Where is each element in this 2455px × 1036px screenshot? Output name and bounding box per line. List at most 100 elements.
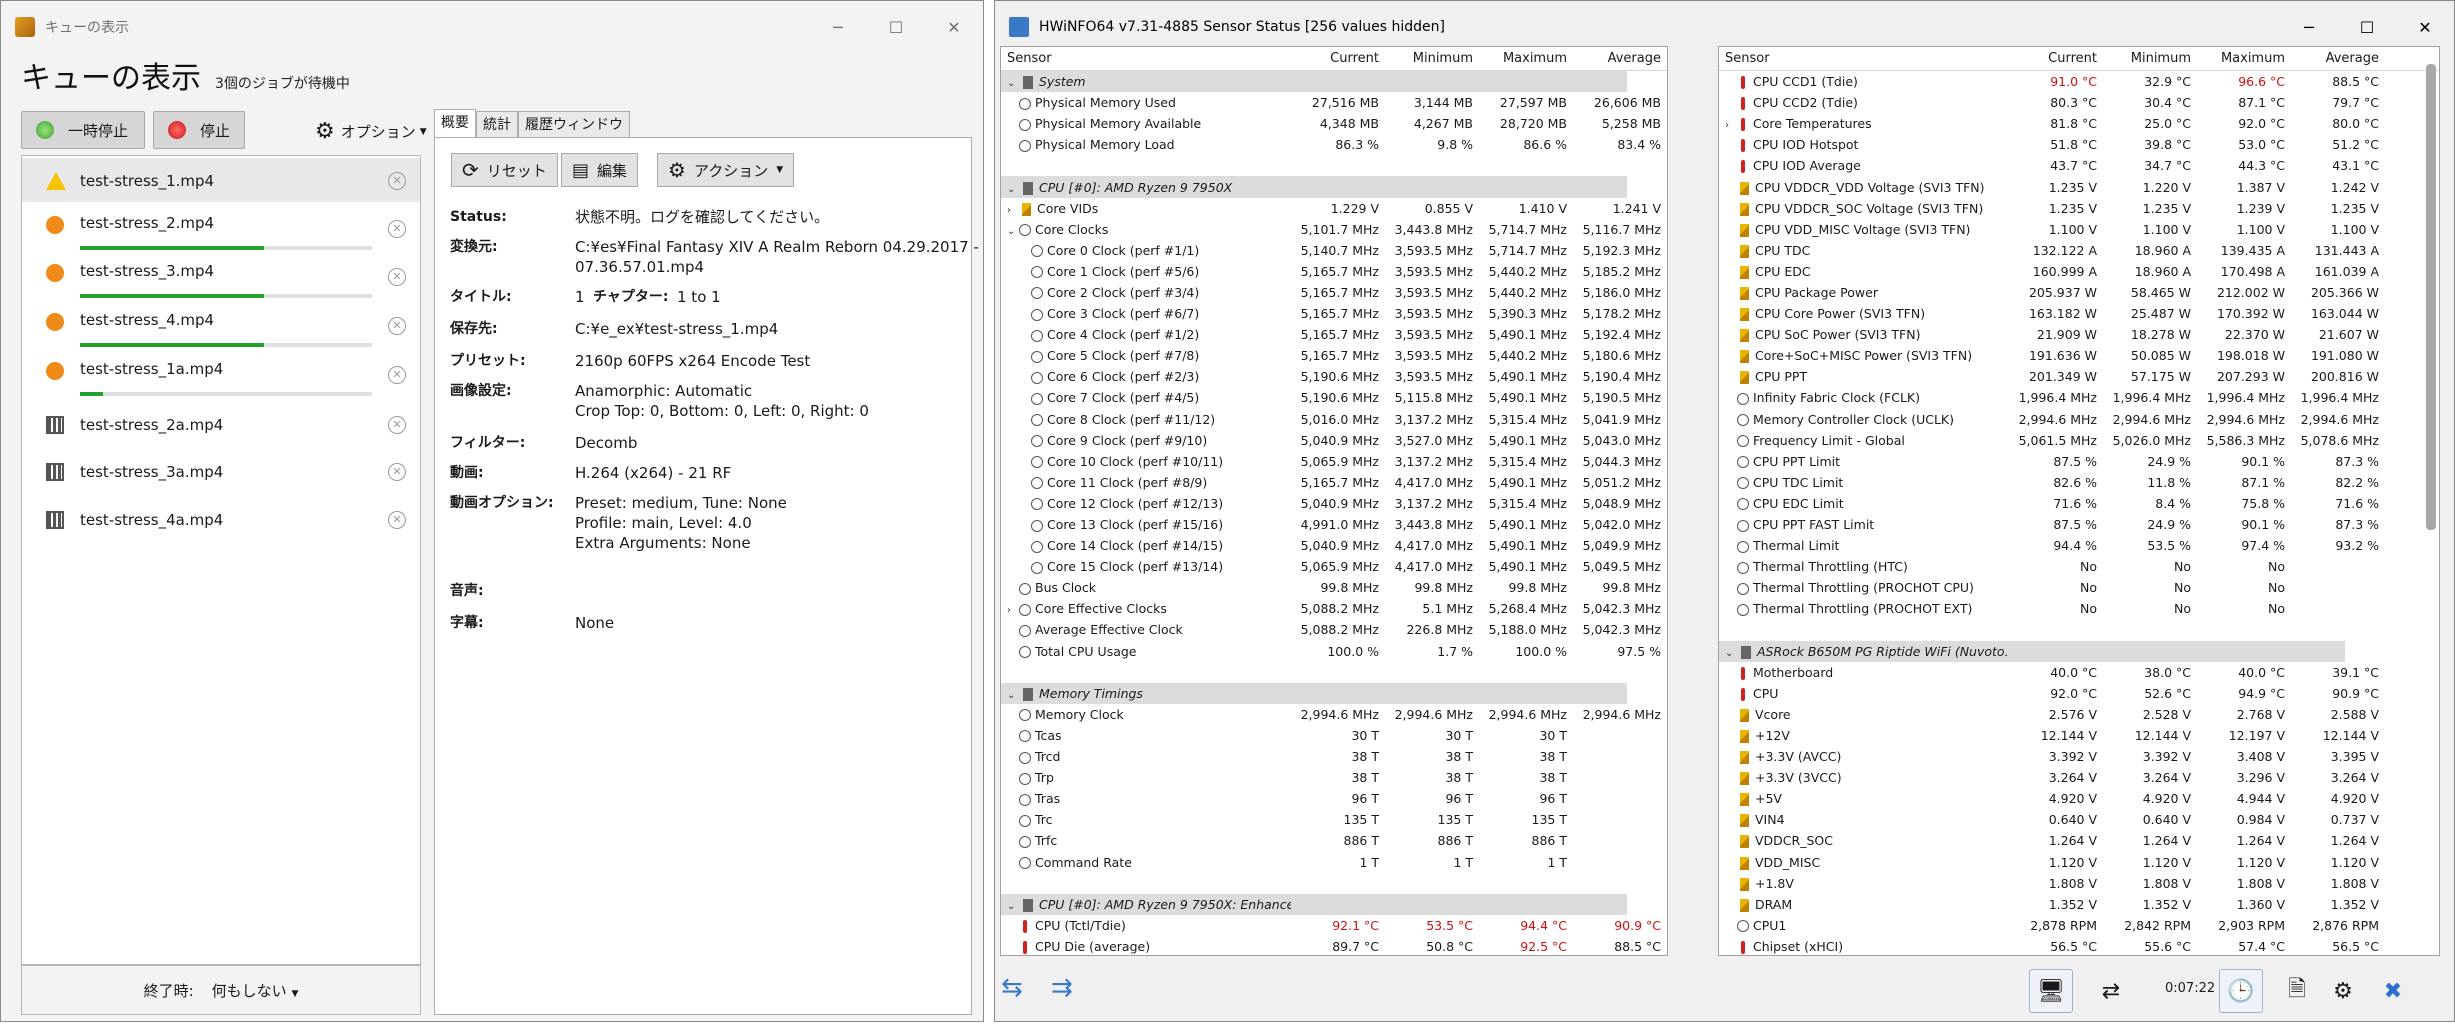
sensor-group[interactable]: ⌄ CPU [#0]: AMD Ryzen 9 7950X: Enhanced bbox=[1001, 893, 1627, 915]
sensor-row[interactable]: Core 0 Clock (perf #1/1) 5,140.7 MHz 3,593… bbox=[1001, 240, 1667, 261]
sensor-group[interactable]: ⌄ ASRock B650M PG Riptide WiFi (Nuvoto... bbox=[1719, 640, 2345, 662]
sensor-row[interactable]: CPU VDDCR_SOC Voltage (SVI3 TFN) 1.235 V 1… bbox=[1719, 198, 2439, 219]
collapse-left-icon[interactable]: ⇆ bbox=[1001, 973, 1023, 1003]
edit-button[interactable]: ▤ 編集 bbox=[561, 153, 639, 187]
collapse-right-icon[interactable]: ⇉ bbox=[1051, 973, 1073, 1003]
sensor-row[interactable]: Core 8 Clock (perf #11/12) 5,016.0 MHz 3,1… bbox=[1001, 409, 1667, 430]
sensors-icon[interactable]: ⇄ bbox=[2089, 969, 2133, 1013]
sensor-row[interactable]: VIN4 0.640 V 0.640 V 0.984 V 0.737 V bbox=[1719, 809, 2439, 830]
column-header[interactable]: Sensor bbox=[1001, 51, 1291, 66]
tab-statistics[interactable]: 統計 bbox=[476, 111, 518, 137]
sensor-row[interactable]: CPU IOD Average 43.7 °C 34.7 °C 44.3 °C 43.1… bbox=[1719, 155, 2439, 176]
sensor-row[interactable]: Physical Memory Load 86.3 % 9.8 % 86.6 % 83.… bbox=[1001, 134, 1667, 155]
collapse-icon[interactable]: ⌄ bbox=[1007, 690, 1019, 701]
scrollbar[interactable] bbox=[2426, 64, 2436, 530]
column-header[interactable]: Minimum bbox=[1385, 51, 1479, 66]
list-item[interactable]: test-stress_2.mp4 ✕ bbox=[22, 206, 420, 254]
sensor-row[interactable]: CPU PPT FAST Limit 87.5 % 24.9 % 90.1 % 87.3… bbox=[1719, 514, 2439, 535]
expand-icon[interactable]: › bbox=[1725, 120, 1737, 131]
column-header[interactable]: Sensor bbox=[1719, 51, 2009, 66]
clock-icon[interactable]: 🕒 bbox=[2219, 969, 2263, 1013]
sensor-row[interactable]: Core+SoC+MISC Power (SVI3 TFN) 191.636 W 5… bbox=[1719, 345, 2439, 366]
sensor-row[interactable]: +5V 4.920 V 4.920 V 4.944 V 4.920 V bbox=[1719, 788, 2439, 809]
remove-icon[interactable]: ✕ bbox=[388, 511, 406, 529]
reset-button[interactable]: ⟳ リセット bbox=[451, 153, 558, 187]
sensor-row[interactable]: CPU Die (average) 89.7 °C 50.8 °C 92.5 °C 88… bbox=[1001, 936, 1667, 955]
sensor-row[interactable]: CPU VDD_MISC Voltage (SVI3 TFN) 1.100 V 1.… bbox=[1719, 219, 2439, 240]
column-header[interactable]: Minimum bbox=[2103, 51, 2197, 66]
pause-button[interactable]: 一時停止 bbox=[21, 111, 145, 149]
column-header[interactable]: Average bbox=[2291, 51, 2385, 66]
tab-summary[interactable]: 概要 bbox=[434, 109, 476, 137]
sensor-row[interactable]: VDD_MISC 1.120 V 1.120 V 1.120 V 1.120 V bbox=[1719, 851, 2439, 872]
sensor-row[interactable]: Core 15 Clock (perf #13/14) 5,065.9 MHz 4,… bbox=[1001, 556, 1667, 577]
when-done-select[interactable]: 何もしない ▼ bbox=[212, 980, 299, 1001]
sensor-row[interactable]: CPU CCD1 (Tdie) 91.0 °C 32.9 °C 96.6 °C 88.5… bbox=[1719, 71, 2439, 92]
sensor-row[interactable]: CPU EDC 160.999 A 18.960 A 170.498 A 161.039… bbox=[1719, 261, 2439, 282]
sensor-row[interactable]: CPU CCD2 (Tdie) 80.3 °C 30.4 °C 87.1 °C 79.7… bbox=[1719, 92, 2439, 113]
sensor-row[interactable]: Core 7 Clock (perf #4/5) 5,190.6 MHz 5,115… bbox=[1001, 387, 1667, 408]
sensor-row[interactable]: Command Rate 1 T 1 T 1 T bbox=[1001, 851, 1667, 872]
sensor-row[interactable]: DRAM 1.352 V 1.352 V 1.360 V 1.352 V bbox=[1719, 894, 2439, 915]
remove-icon[interactable]: ✕ bbox=[388, 220, 406, 238]
tab-history[interactable]: 履歴ウィンドウ bbox=[518, 111, 630, 137]
sensor-group[interactable]: ⌄ CPU [#0]: AMD Ryzen 9 7950X bbox=[1001, 176, 1627, 198]
sensor-row[interactable]: +3.3V (3VCC) 3.264 V 3.264 V 3.296 V 3.264 V bbox=[1719, 767, 2439, 788]
reset-log-icon[interactable]: 🗎 bbox=[2275, 969, 2319, 1013]
sensor-row[interactable]: Thermal Throttling (PROCHOT EXT) No No No bbox=[1719, 598, 2439, 619]
sensor-row[interactable]: CPU (Tctl/Tdie) 92.1 °C 53.5 °C 94.4 °C 90.9… bbox=[1001, 915, 1667, 936]
sensor-group[interactable]: ⌄ System bbox=[1001, 71, 1627, 93]
sensor-row[interactable]: CPU VDDCR_VDD Voltage (SVI3 TFN) 1.235 V 1… bbox=[1719, 176, 2439, 197]
remove-icon[interactable]: ✕ bbox=[388, 317, 406, 335]
sensor-row[interactable]: Average Effective Clock 5,088.2 MHz 226.8 … bbox=[1001, 619, 1667, 640]
sensor-row[interactable]: Core 5 Clock (perf #7/8) 5,165.7 MHz 3,593… bbox=[1001, 345, 1667, 366]
column-header[interactable]: Maximum bbox=[1479, 51, 1573, 66]
sensor-row[interactable]: +1.8V 1.808 V 1.808 V 1.808 V 1.808 V bbox=[1719, 873, 2439, 894]
sensor-row[interactable]: Physical Memory Used 27,516 MB 3,144 MB 27,… bbox=[1001, 92, 1667, 113]
sensor-row[interactable]: Vcore 2.576 V 2.528 V 2.768 V 2.588 V bbox=[1719, 704, 2439, 725]
list-item[interactable]: test-stress_2a.mp4 ✕ bbox=[22, 402, 420, 448]
sensor-row[interactable]: Memory Controller Clock (UCLK) 2,994.6 MH… bbox=[1719, 409, 2439, 430]
list-item[interactable]: test-stress_1.mp4 ✕ bbox=[22, 158, 420, 202]
sensor-row[interactable]: ⌄ Core Clocks 5,101.7 MHz 3,443.8 MHz 5,714.… bbox=[1001, 219, 1667, 240]
sensor-row[interactable]: Trc 135 T 135 T 135 T bbox=[1001, 809, 1667, 830]
list-item[interactable]: test-stress_4.mp4 ✕ bbox=[22, 303, 420, 351]
sensor-row[interactable]: › Core Temperatures 81.8 °C 25.0 °C 92.0 °C 8… bbox=[1719, 113, 2439, 134]
sensor-row[interactable]: +12V 12.144 V 12.144 V 12.197 V 12.144 V bbox=[1719, 725, 2439, 746]
collapse-icon[interactable]: ⌄ bbox=[1007, 184, 1019, 195]
list-item[interactable]: test-stress_4a.mp4 ✕ bbox=[22, 497, 420, 543]
sensor-row[interactable]: Core 14 Clock (perf #14/15) 5,040.9 MHz 4,… bbox=[1001, 535, 1667, 556]
collapse-icon[interactable]: ⌄ bbox=[1725, 648, 1737, 659]
sensor-row[interactable]: Core 1 Clock (perf #5/6) 5,165.7 MHz 3,593… bbox=[1001, 261, 1667, 282]
list-item[interactable]: test-stress_3a.mp4 ✕ bbox=[22, 449, 420, 495]
close-button[interactable]: ✕ bbox=[925, 1, 983, 53]
column-header[interactable]: Maximum bbox=[2197, 51, 2291, 66]
minimize-button[interactable]: ─ bbox=[809, 1, 867, 53]
remove-icon[interactable]: ✕ bbox=[388, 416, 406, 434]
collapse-icon[interactable]: ⌄ bbox=[1007, 226, 1019, 237]
sensor-row[interactable]: CPU 92.0 °C 52.6 °C 94.9 °C 90.9 °C bbox=[1719, 683, 2439, 704]
sensor-row[interactable]: CPU PPT Limit 87.5 % 24.9 % 90.1 % 87.3 % bbox=[1719, 451, 2439, 472]
sensor-row[interactable]: Tcas 30 T 30 T 30 T bbox=[1001, 725, 1667, 746]
sensor-row[interactable]: CPU1 2,878 RPM 2,842 RPM 2,903 RPM 2,876 RPM bbox=[1719, 915, 2439, 936]
sensor-row[interactable]: CPU EDC Limit 71.6 % 8.4 % 75.8 % 71.6 % bbox=[1719, 493, 2439, 514]
column-header[interactable]: Average bbox=[1573, 51, 1667, 66]
sensor-row[interactable]: Physical Memory Available 4,348 MB 4,267 M… bbox=[1001, 113, 1667, 134]
sensor-row[interactable]: VDDCR_SOC 1.264 V 1.264 V 1.264 V 1.264 V bbox=[1719, 830, 2439, 851]
sensor-row[interactable]: Total CPU Usage 100.0 % 1.7 % 100.0 % 97.5 % bbox=[1001, 641, 1667, 662]
sensor-row[interactable]: Core 3 Clock (perf #6/7) 5,165.7 MHz 3,593… bbox=[1001, 303, 1667, 324]
list-item[interactable]: test-stress_3.mp4 ✕ bbox=[22, 254, 420, 302]
sensor-row[interactable]: Core 10 Clock (perf #10/11) 5,065.9 MHz 3,… bbox=[1001, 451, 1667, 472]
sensor-row[interactable]: CPU PPT 201.349 W 57.175 W 207.293 W 200.816… bbox=[1719, 366, 2439, 387]
sensor-row[interactable]: Motherboard 40.0 °C 38.0 °C 40.0 °C 39.1 °C bbox=[1719, 662, 2439, 683]
sensor-row[interactable]: CPU Package Power 205.937 W 58.465 W 212.00… bbox=[1719, 282, 2439, 303]
sensor-row[interactable]: Trfc 886 T 886 T 886 T bbox=[1001, 830, 1667, 851]
maximize-button[interactable]: ☐ bbox=[867, 1, 925, 53]
settings-icon[interactable]: ⚙ bbox=[2321, 969, 2365, 1013]
sensor-row[interactable]: Memory Clock 2,994.6 MHz 2,994.6 MHz 2,994.… bbox=[1001, 704, 1667, 725]
expand-icon[interactable]: › bbox=[1007, 205, 1019, 216]
remove-icon[interactable]: ✕ bbox=[388, 172, 406, 190]
sensor-row[interactable]: CPU SoC Power (SVI3 TFN) 21.909 W 18.278 W… bbox=[1719, 324, 2439, 345]
sensor-row[interactable]: +3.3V (AVCC) 3.392 V 3.392 V 3.408 V 3.395 V bbox=[1719, 746, 2439, 767]
action-button[interactable]: ⚙ アクション ▼ bbox=[657, 153, 795, 187]
